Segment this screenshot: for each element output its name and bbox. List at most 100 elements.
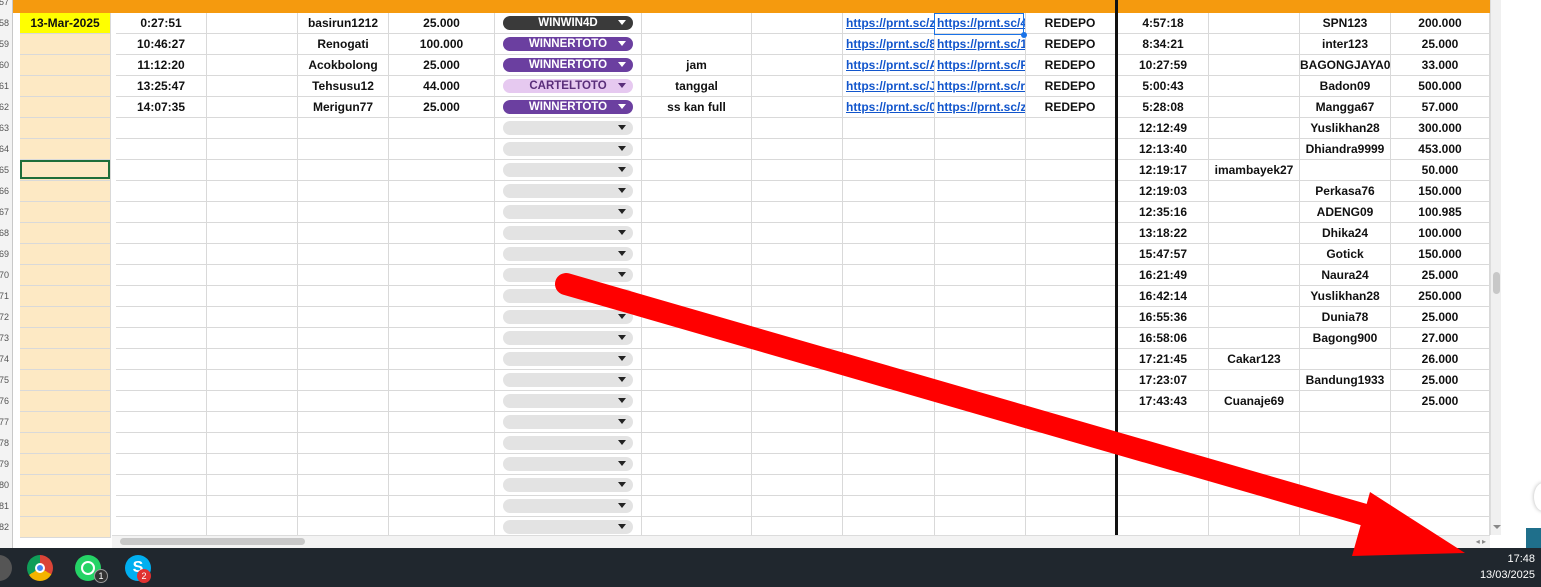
cell-user[interactable] bbox=[298, 328, 389, 349]
cell-user2a[interactable] bbox=[1209, 412, 1300, 433]
cell-site[interactable]: WINWIN4D bbox=[495, 13, 642, 34]
cell-time2[interactable]: 10:27:59 bbox=[1118, 55, 1209, 76]
cell-amount[interactable] bbox=[389, 223, 495, 244]
row-header[interactable]: 70 bbox=[0, 265, 12, 286]
cell-amount2[interactable]: 500.000 bbox=[1391, 76, 1490, 97]
cell-link2[interactable] bbox=[934, 286, 1026, 307]
cell-user2a[interactable]: Cuanaje69 bbox=[1209, 391, 1300, 412]
cell-user2[interactable]: Dhiandra9999 bbox=[1300, 139, 1391, 160]
cell-date[interactable] bbox=[20, 55, 111, 76]
cell-amount2[interactable]: 25.000 bbox=[1391, 265, 1490, 286]
horizontal-scroll-thumb[interactable] bbox=[120, 538, 305, 545]
cell-user[interactable] bbox=[298, 181, 389, 202]
cell-date[interactable] bbox=[20, 118, 111, 139]
site-dropdown[interactable] bbox=[503, 310, 633, 324]
cell-link2[interactable] bbox=[934, 454, 1026, 475]
row-header[interactable]: 81 bbox=[0, 496, 12, 517]
cell-site[interactable]: CARTELTOTO bbox=[495, 76, 642, 97]
cell-time[interactable] bbox=[116, 118, 207, 139]
cell-note[interactable] bbox=[642, 307, 752, 328]
cell-time2[interactable]: 16:55:36 bbox=[1118, 307, 1209, 328]
cell-site[interactable] bbox=[495, 286, 642, 307]
site-dropdown[interactable] bbox=[503, 394, 633, 408]
cell-user2[interactable]: Naura24 bbox=[1300, 265, 1391, 286]
cell-site[interactable] bbox=[495, 244, 642, 265]
cell-status[interactable] bbox=[1025, 454, 1116, 475]
chevron-down-icon[interactable] bbox=[618, 209, 626, 214]
cell-date[interactable] bbox=[20, 202, 111, 223]
cell-user[interactable] bbox=[298, 223, 389, 244]
cell-col_c[interactable] bbox=[207, 76, 298, 97]
cell-user2[interactable]: Dunia78 bbox=[1300, 307, 1391, 328]
cell-time2[interactable] bbox=[1118, 475, 1209, 496]
cell-status[interactable] bbox=[1025, 286, 1116, 307]
cell-time2[interactable]: 17:23:07 bbox=[1118, 370, 1209, 391]
fill-handle[interactable] bbox=[1021, 32, 1027, 38]
cell-site[interactable] bbox=[495, 475, 642, 496]
site-dropdown[interactable] bbox=[503, 184, 633, 198]
cell-amount2[interactable]: 25.000 bbox=[1391, 307, 1490, 328]
cell-date[interactable] bbox=[20, 286, 111, 307]
row-header[interactable]: 71 bbox=[0, 286, 12, 307]
site-dropdown[interactable] bbox=[503, 226, 633, 240]
cell-col_c[interactable] bbox=[207, 160, 298, 181]
cell-user2a[interactable] bbox=[1209, 244, 1300, 265]
cell-col_h[interactable] bbox=[752, 349, 843, 370]
cell-link2[interactable] bbox=[934, 433, 1026, 454]
cell-link1[interactable]: https://prnt.sc/z bbox=[843, 13, 935, 34]
cell-time[interactable] bbox=[116, 328, 207, 349]
cell-time[interactable] bbox=[116, 181, 207, 202]
cell-time[interactable] bbox=[116, 433, 207, 454]
cell-link2[interactable] bbox=[934, 265, 1026, 286]
cell-date[interactable] bbox=[20, 433, 111, 454]
cell-col_c[interactable] bbox=[207, 370, 298, 391]
cell-col_h[interactable] bbox=[752, 307, 843, 328]
cell-note[interactable] bbox=[642, 370, 752, 391]
cell-user[interactable]: Renogati bbox=[298, 34, 389, 55]
cell-date[interactable] bbox=[20, 370, 111, 391]
cell-link1[interactable]: https://prnt.sc/0 bbox=[843, 97, 935, 118]
cell-col_c[interactable] bbox=[207, 265, 298, 286]
cell-note[interactable] bbox=[642, 244, 752, 265]
cell-link1[interactable] bbox=[843, 244, 935, 265]
cell-user2[interactable] bbox=[1300, 412, 1391, 433]
cell-status[interactable]: REDEPO bbox=[1025, 55, 1116, 76]
cell-amount[interactable] bbox=[389, 349, 495, 370]
cell-time2[interactable]: 13:18:22 bbox=[1118, 223, 1209, 244]
cell-note[interactable] bbox=[642, 328, 752, 349]
cell-site[interactable] bbox=[495, 181, 642, 202]
horizontal-scrollbar[interactable]: ◂ ▸ bbox=[112, 535, 1490, 548]
row-header[interactable]: 75 bbox=[0, 370, 12, 391]
cell-link2[interactable] bbox=[934, 139, 1026, 160]
cell-col_h[interactable] bbox=[752, 97, 843, 118]
cell-date[interactable] bbox=[20, 391, 111, 412]
cell-link2[interactable] bbox=[934, 391, 1026, 412]
cell-amount[interactable] bbox=[389, 244, 495, 265]
chevron-down-icon[interactable] bbox=[618, 524, 626, 529]
cell-status[interactable] bbox=[1025, 244, 1116, 265]
cell-site[interactable] bbox=[495, 307, 642, 328]
cell-site[interactable] bbox=[495, 160, 642, 181]
cell-note[interactable] bbox=[642, 118, 752, 139]
cell-amount2[interactable]: 453.000 bbox=[1391, 139, 1490, 160]
cell-link1[interactable] bbox=[843, 265, 935, 286]
cell-time[interactable]: 13:25:47 bbox=[116, 76, 207, 97]
cell-amount[interactable] bbox=[389, 454, 495, 475]
cell-time2[interactable] bbox=[1118, 496, 1209, 517]
row-header[interactable]: 65 bbox=[0, 160, 12, 181]
cell-date[interactable] bbox=[20, 454, 111, 475]
cell-col_c[interactable] bbox=[207, 475, 298, 496]
cell-amount2[interactable] bbox=[1391, 496, 1490, 517]
cell-note[interactable] bbox=[642, 181, 752, 202]
row-header[interactable]: 67 bbox=[0, 202, 12, 223]
row-header[interactable]: 72 bbox=[0, 307, 12, 328]
cell-link2[interactable]: https://prnt.sc/F bbox=[934, 55, 1026, 76]
cell-status[interactable]: REDEPO bbox=[1025, 97, 1116, 118]
cell-amount[interactable] bbox=[389, 139, 495, 160]
cell-amount2[interactable]: 300.000 bbox=[1391, 118, 1490, 139]
cell-site[interactable] bbox=[495, 496, 642, 517]
site-dropdown[interactable] bbox=[503, 121, 633, 135]
cell-amount[interactable] bbox=[389, 496, 495, 517]
cell-date[interactable] bbox=[20, 34, 111, 55]
cell-note[interactable] bbox=[642, 391, 752, 412]
